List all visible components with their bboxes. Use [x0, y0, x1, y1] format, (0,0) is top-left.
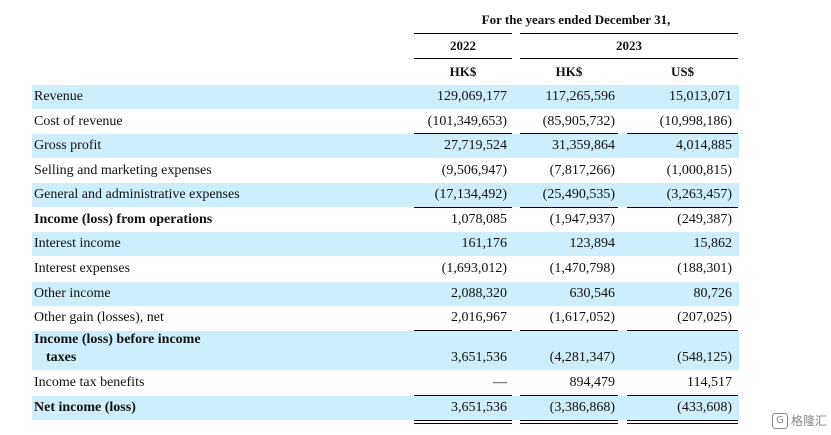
table-row: taxes Income (loss) before income 3,651,53…	[32, 331, 739, 370]
cell-value-2: 123,894	[569, 236, 616, 251]
cell-value-3: 114,517	[687, 375, 732, 390]
year-rule-2022	[414, 58, 512, 59]
table-row: Selling and marketing expenses (9,506,947…	[32, 159, 739, 183]
double-rule-bottom-c2	[520, 423, 618, 424]
table-row: Income (loss) from operations 1,078,085 (1…	[32, 208, 739, 232]
cell-value-1: 3,651,536	[451, 400, 507, 415]
cell-value-2: 117,265,596	[545, 89, 615, 104]
row-label: Interest expenses	[34, 261, 131, 276]
year-2023-header: 2023	[616, 38, 642, 53]
rule-tax-c3	[627, 395, 738, 396]
cell-value-2: (1,470,798)	[549, 261, 615, 276]
cell-value-3: (249,387)	[677, 212, 732, 227]
rule-cost-of-revenue-c1	[414, 133, 512, 134]
cell-value-1: (17,134,492)	[434, 187, 507, 202]
double-rule-top-c2	[520, 420, 618, 421]
cell-value-3: 4,014,885	[676, 138, 732, 153]
cell-value-1: 2,088,320	[451, 286, 507, 301]
rule-ga-c2	[520, 207, 618, 208]
double-rule-top-c3	[627, 420, 738, 421]
cell-value-1: (101,349,653)	[427, 114, 507, 129]
double-rule-bottom-c1	[414, 423, 512, 424]
cell-value-2: (1,617,052)	[549, 310, 615, 325]
cell-value-2: (3,386,868)	[549, 400, 615, 415]
cell-value-2: 630,546	[569, 286, 616, 301]
cell-value-1: 27,719,524	[444, 138, 507, 153]
cell-value-1: 1,078,085	[451, 212, 507, 227]
table-row: Revenue 129,069,177 117,265,596 15,013,071	[32, 85, 739, 109]
rule-other-gain-c1	[414, 330, 512, 331]
cell-value-2: (85,905,732)	[542, 114, 615, 129]
row-label: Income tax benefits	[34, 375, 145, 390]
cell-value-1: 161,176	[461, 236, 508, 251]
row-label: Other income	[34, 286, 111, 301]
cell-value-2: (4,281,347)	[549, 350, 615, 365]
cell-value-3: 15,013,071	[669, 89, 732, 104]
double-rule-bottom-c3	[627, 423, 738, 424]
cell-value-3: (548,125)	[677, 350, 732, 365]
cell-value-2: (7,817,266)	[549, 163, 615, 178]
cell-value-1: 129,069,177	[437, 89, 507, 104]
table-row: General and administrative expenses (17,1…	[32, 183, 739, 207]
table-row: Gross profit 27,719,524 31,359,864 4,014,88…	[32, 134, 739, 158]
table-row: Other gain (losses), net 2,016,967 (1,617,…	[32, 306, 739, 330]
table-row: Interest income 161,176 123,894 15,862	[32, 232, 739, 256]
table-row: Income tax benefits — 894,479 114,517	[32, 371, 739, 395]
currency-header-1: HK$	[449, 64, 477, 79]
currency-header-3: US$	[670, 64, 695, 79]
rule-ga-c1	[414, 207, 512, 208]
header-rule-2023	[520, 33, 738, 34]
cell-value-2: 31,359,864	[552, 138, 615, 153]
cell-value-3: 80,726	[693, 286, 733, 301]
year-rule-2023	[520, 58, 738, 59]
cell-value-3: (1,000,815)	[666, 163, 732, 178]
rule-other-gain-c3	[627, 330, 738, 331]
rule-other-gain-c2	[520, 330, 618, 331]
table-row: Other income 2,088,320 630,546 80,726	[32, 282, 739, 306]
rule-cost-of-revenue-c2	[520, 133, 618, 134]
cell-value-3: (3,263,457)	[666, 187, 732, 202]
header-rule-2022	[414, 33, 512, 34]
cell-value-1: —	[493, 375, 507, 390]
cell-value-3: 15,862	[693, 236, 733, 251]
cell-value-3: (207,025)	[677, 310, 732, 325]
g-logo-icon: G	[771, 412, 788, 429]
row-label: Cost of revenue	[34, 114, 123, 129]
year-2022-header: 2022	[450, 38, 476, 53]
cell-value-3: (10,998,186)	[659, 114, 732, 129]
row-label: Gross profit	[34, 138, 102, 153]
rule-ga-c3	[627, 207, 738, 208]
row-label: Revenue	[34, 89, 83, 104]
rule-cost-of-revenue-c3	[627, 133, 738, 134]
period-header: For the years ended December 31,	[481, 12, 671, 27]
rule-tax-c2	[520, 395, 618, 396]
watermark-text: 格隆汇	[790, 414, 827, 428]
double-rule-top-c1	[414, 420, 512, 421]
cell-value-3: (188,301)	[677, 261, 732, 276]
row-label: Other gain (losses), net	[34, 310, 164, 325]
row-label: Interest income	[34, 236, 121, 251]
table-row: Net income (loss) 3,651,536 (3,386,868) (43…	[32, 396, 739, 420]
rule-tax-c1	[414, 395, 512, 396]
row-label: Net income (loss)	[34, 400, 136, 415]
table-row: Cost of revenue (101,349,653) (85,905,732)…	[32, 110, 739, 134]
row-label: Income (loss) from operations	[34, 212, 213, 227]
cell-value-3: (433,608)	[677, 400, 732, 415]
currency-header-2: HK$	[555, 64, 583, 79]
cell-value-1: (9,506,947)	[441, 163, 507, 178]
row-label: Income (loss) before income	[34, 332, 201, 347]
cell-value-2: (1,947,937)	[549, 212, 615, 227]
cell-value-1: 2,016,967	[451, 310, 507, 325]
cell-value-1: 3,651,536	[451, 350, 507, 365]
row-label: General and administrative expenses	[34, 187, 240, 202]
row-label-continued: taxes	[46, 350, 77, 365]
table-row: Interest expenses (1,693,012) (1,470,798) (…	[32, 257, 739, 281]
cell-value-2: (25,490,535)	[542, 187, 615, 202]
cell-value-1: (1,693,012)	[441, 261, 507, 276]
watermark: G 格隆汇	[771, 412, 827, 429]
row-label: Selling and marketing expenses	[34, 163, 212, 178]
cell-value-2: 894,479	[569, 375, 616, 390]
